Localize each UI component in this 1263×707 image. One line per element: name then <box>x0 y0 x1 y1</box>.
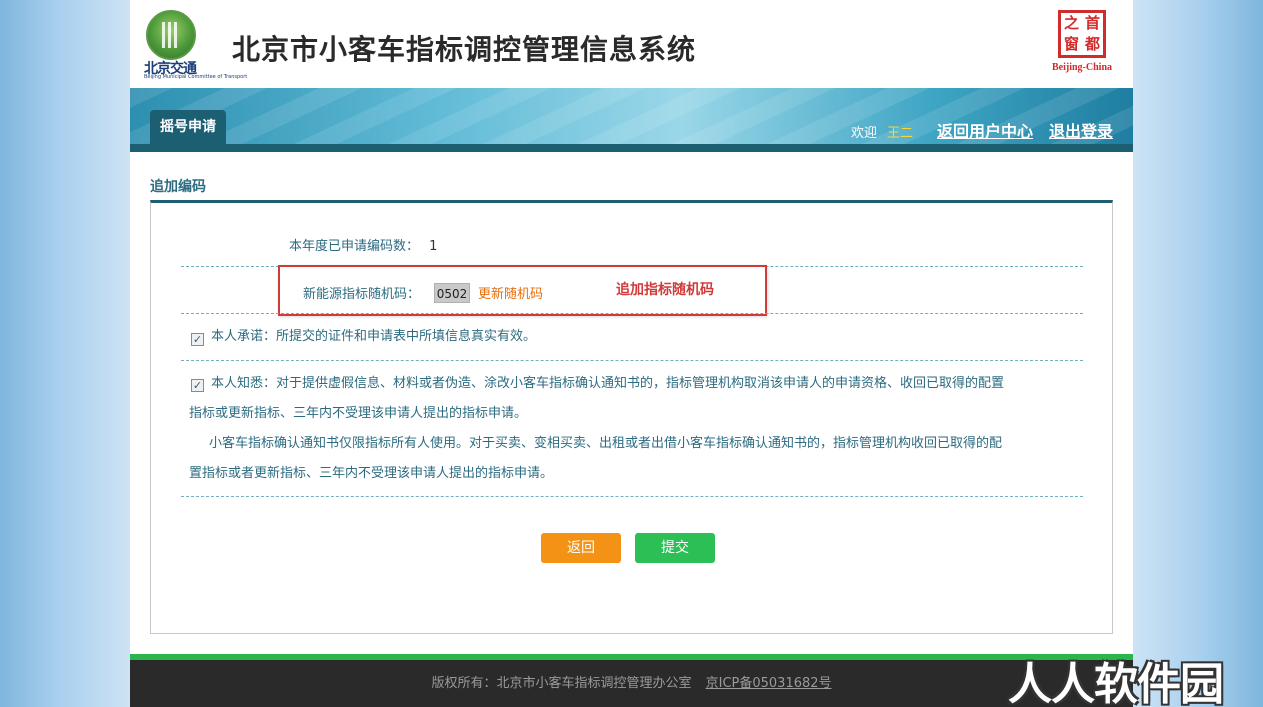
page: 北京交通 Beijing Municipal Committee of Tran… <box>130 0 1133 707</box>
seal-label: Beijing-China <box>1052 62 1113 73</box>
refresh-code-link[interactable]: 更新随机码 <box>478 283 543 302</box>
seal-icon: 之 首 窗 都 <box>1058 10 1106 58</box>
notice-line-1: 本人知悉：对于提供虚假信息、材料或者伪造、涂改小客车指标确认通知书的，指标管理机… <box>211 376 1005 391</box>
beijing-china-logo: 之 首 窗 都 Beijing-China <box>1050 10 1112 76</box>
count-value: 1 <box>429 239 438 254</box>
user-area: 欢迎 王二 返回用户中心 退出登录 <box>851 118 1113 142</box>
seal-char: 窗 <box>1063 35 1079 53</box>
submit-button[interactable]: 提交 <box>635 533 715 563</box>
count-label: 本年度已申请编码数： 1 <box>289 235 437 254</box>
logo-subtext: Beijing Municipal Committee of Transport <box>144 74 248 80</box>
random-code-label: 新能源指标随机码： <box>303 287 421 302</box>
divider <box>181 313 1083 314</box>
username: 王二 <box>886 126 913 141</box>
logout-link[interactable]: 退出登录 <box>1049 118 1113 142</box>
icp-link[interactable]: 京ICP备05031682号 <box>706 676 832 691</box>
tab-lottery-application[interactable]: 摇号申请 <box>150 110 226 144</box>
seal-char: 首 <box>1084 14 1100 32</box>
site-title: 北京市小客车指标调控管理信息系统 <box>232 33 697 66</box>
notice-line-2: 指标或更新指标、三年内不受理该申请人提出的指标申请。 <box>189 406 528 421</box>
annotation-label: 追加指标随机码 <box>616 282 714 298</box>
header: 北京交通 Beijing Municipal Committee of Tran… <box>130 0 1133 88</box>
random-code-value: 0502 <box>434 283 470 303</box>
notice-checkbox[interactable]: ✓ <box>191 379 204 392</box>
beijing-transport-logo: 北京交通 Beijing Municipal Committee of Tran… <box>136 8 247 80</box>
section-title: 追加编码 <box>150 179 206 195</box>
count-label-text: 本年度已申请编码数： <box>289 239 420 254</box>
user-center-link[interactable]: 返回用户中心 <box>937 118 1033 142</box>
notice-line-4: 置指标或者更新指标、三年内不受理该申请人提出的指标申请。 <box>189 466 554 481</box>
divider <box>181 496 1083 497</box>
form-panel: 本年度已申请编码数： 1 新能源指标随机码： 0502 更新随机码 追加指标随机… <box>150 200 1113 634</box>
watermark: 人人软件园 <box>1008 659 1224 707</box>
transport-emblem-icon <box>146 10 196 60</box>
back-button[interactable]: 返回 <box>541 533 621 563</box>
seal-char: 之 <box>1063 14 1079 32</box>
divider <box>181 360 1083 361</box>
promise-checkbox[interactable]: ✓ <box>191 333 204 346</box>
welcome-text: 欢迎 <box>850 126 877 141</box>
copyright-text: 版权所有：北京市小客车指标调控管理办公室 <box>431 676 692 691</box>
promise-text: 本人承诺：所提交的证件和申请表中所填信息真实有效。 <box>211 329 537 344</box>
nav-banner: 摇号申请 欢迎 王二 返回用户中心 退出登录 <box>130 88 1133 152</box>
seal-char: 都 <box>1084 35 1100 53</box>
notice-line-3: 小客车指标确认通知书仅限指标所有人使用。对于买卖、变相买卖、出租或者出借小客车指… <box>209 436 1003 451</box>
footer: 版权所有：北京市小客车指标调控管理办公室 京ICP备05031682号 <box>130 660 1133 707</box>
